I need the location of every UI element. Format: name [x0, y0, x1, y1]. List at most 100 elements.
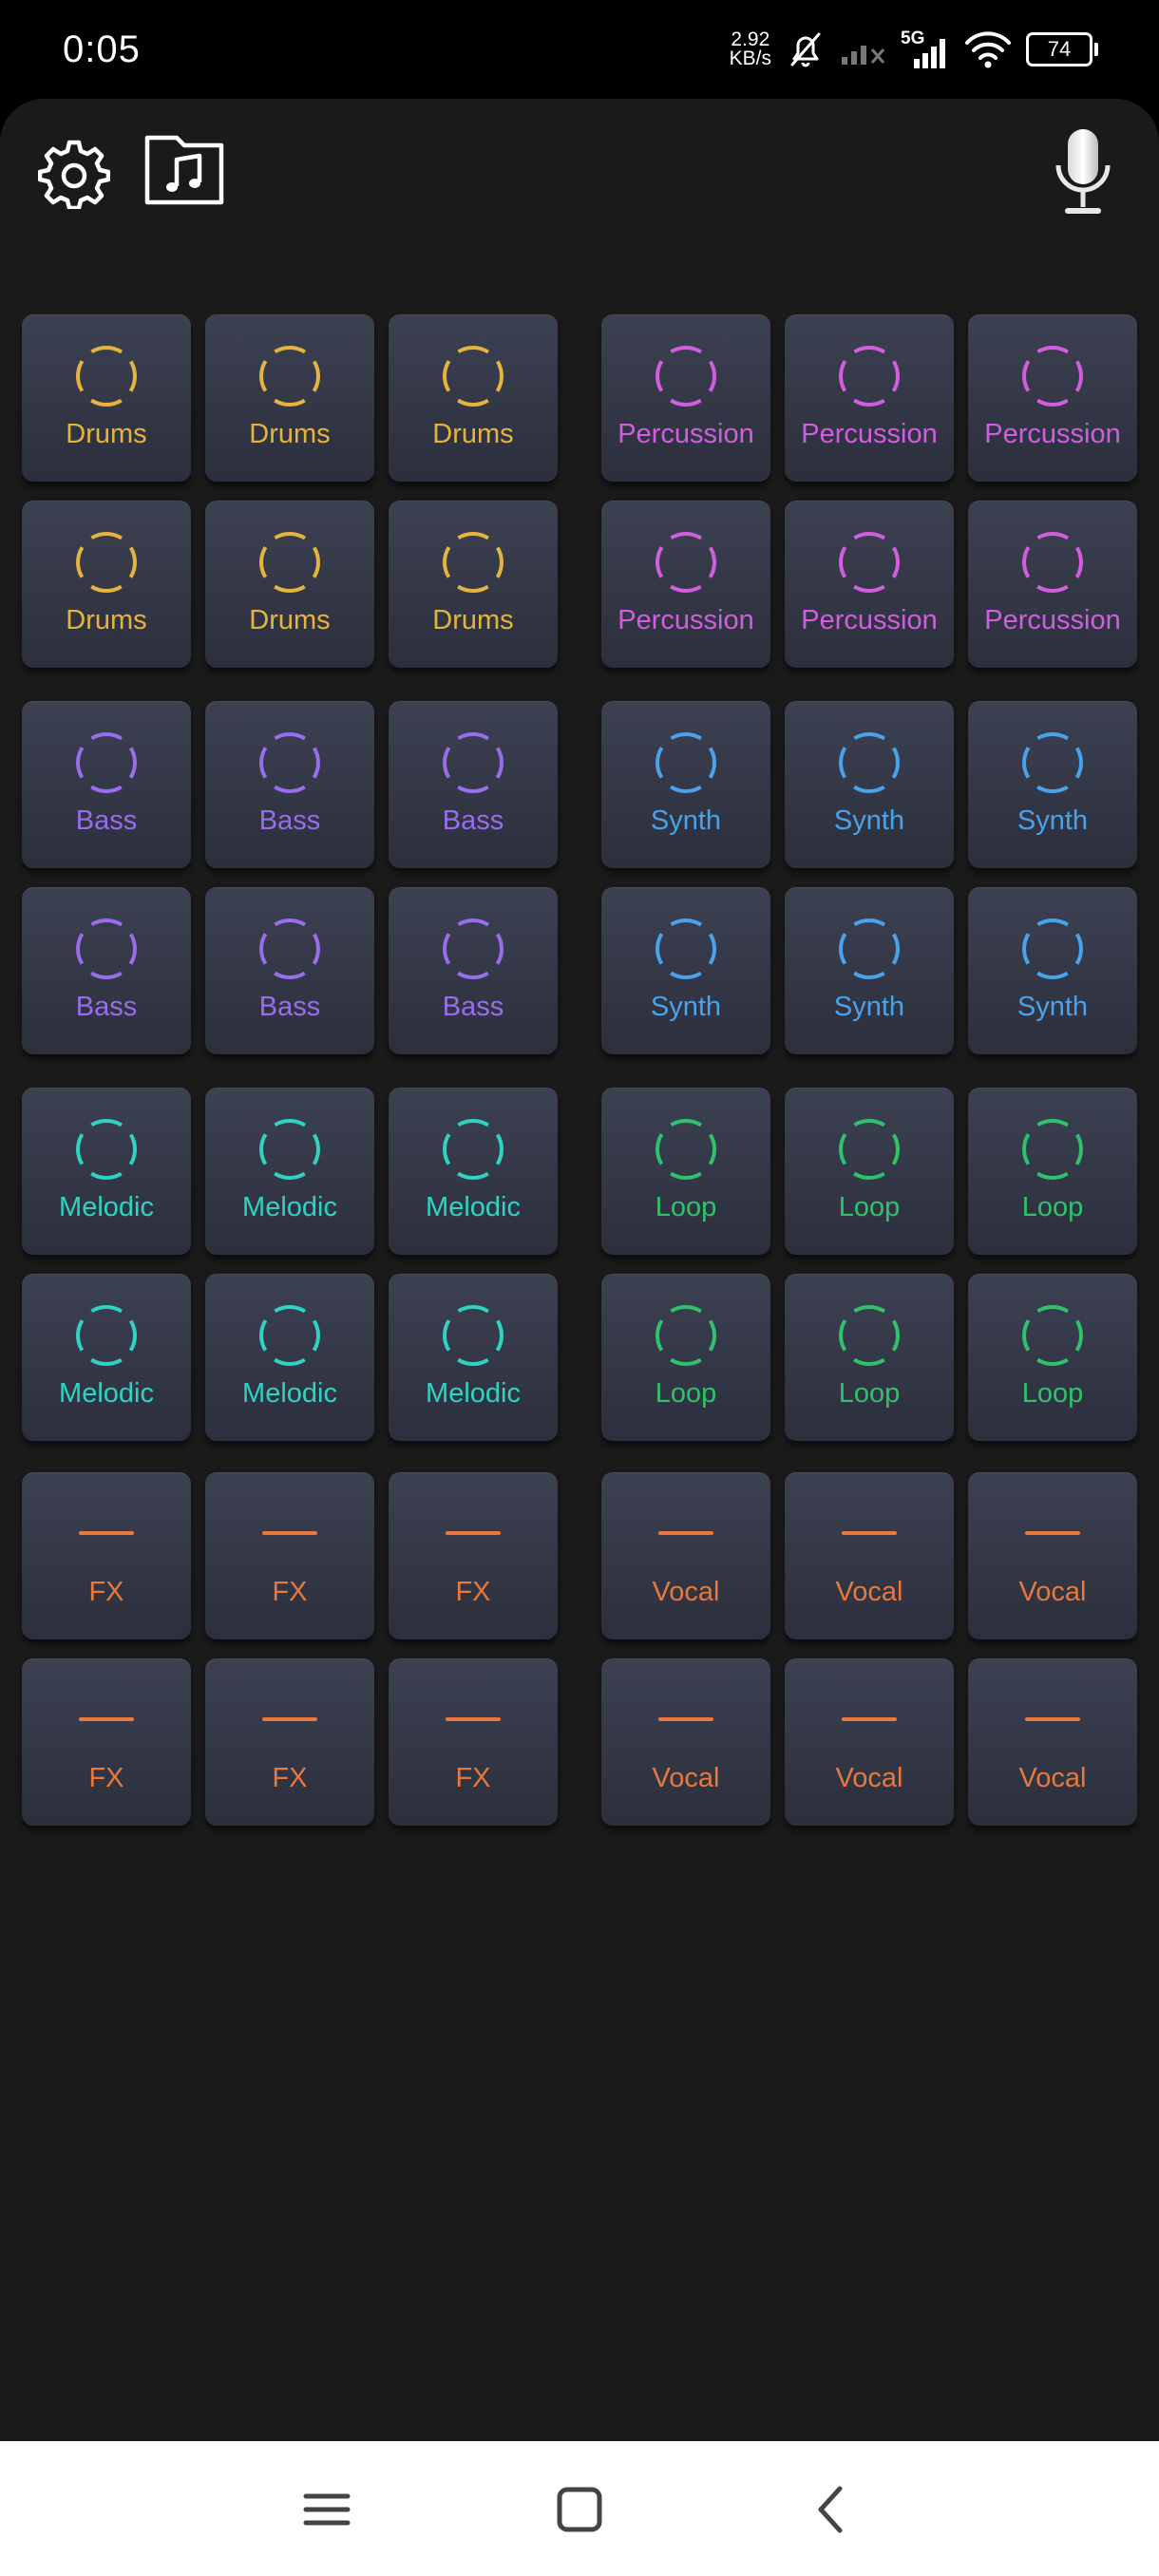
home-square-icon[interactable] — [553, 2483, 606, 2536]
pad-bass[interactable]: Bass — [389, 887, 558, 1054]
pad-fx[interactable]: FX — [205, 1472, 374, 1639]
pad-label: Bass — [258, 805, 321, 836]
network-speed-value: 2.92 — [731, 28, 770, 50]
pad-label: Loop — [838, 1192, 901, 1222]
pad-label: Bass — [75, 805, 138, 836]
pad-label: FX — [272, 1577, 308, 1607]
pad-percussion[interactable]: Percussion — [601, 314, 770, 482]
pad-percussion[interactable]: Percussion — [968, 314, 1137, 482]
pad-loop[interactable]: Loop — [601, 1274, 770, 1441]
status-icons: 2.92 KB/s 5G 74 — [729, 21, 1098, 78]
pad-drums[interactable]: Drums — [22, 314, 191, 482]
menu-icon[interactable] — [300, 2483, 353, 2536]
pad-fx[interactable]: FX — [205, 1658, 374, 1826]
pad-fx[interactable]: FX — [389, 1658, 558, 1826]
dashed-ring-icon — [259, 1305, 320, 1366]
pad-vocal[interactable]: Vocal — [968, 1472, 1137, 1639]
pad-bass[interactable]: Bass — [389, 701, 558, 868]
dashed-ring-icon — [1022, 919, 1083, 979]
pad-label: Percussion — [618, 419, 754, 449]
app-container: Drums Drums Drums Percussion Percussion Percu… — [0, 99, 1159, 2441]
pad-drums[interactable]: Drums — [389, 314, 558, 482]
dashed-ring-icon — [1022, 1119, 1083, 1180]
pad-synth[interactable]: Synth — [785, 887, 954, 1054]
pad-percussion[interactable]: Percussion — [601, 501, 770, 668]
pad-melodic[interactable]: Melodic — [22, 1088, 191, 1255]
pad-label: Synth — [650, 805, 722, 836]
pad-synth[interactable]: Synth — [968, 701, 1137, 868]
pad-label: Synth — [1016, 805, 1089, 836]
pad-vocal[interactable]: Vocal — [601, 1658, 770, 1826]
signal-5g: 5G — [901, 28, 950, 70]
pad-bass[interactable]: Bass — [205, 887, 374, 1054]
pad-grid: Drums Drums Drums Percussion Percussion Percu… — [0, 99, 1159, 2441]
dashed-ring-icon — [259, 346, 320, 407]
pad-synth[interactable]: Synth — [968, 887, 1137, 1054]
pad-loop[interactable]: Loop — [601, 1088, 770, 1255]
mute-bell-icon — [790, 32, 821, 67]
pad-label: Percussion — [801, 605, 938, 635]
pad-label: Loop — [655, 1378, 717, 1409]
pad-bass[interactable]: Bass — [22, 887, 191, 1054]
pad-label: Drums — [66, 419, 147, 449]
pad-percussion[interactable]: Percussion — [785, 501, 954, 668]
pad-label: Vocal — [652, 1763, 720, 1793]
pad-synth[interactable]: Synth — [601, 887, 770, 1054]
pad-loop[interactable]: Loop — [785, 1088, 954, 1255]
pad-label: FX — [88, 1577, 124, 1607]
network-speed-unit: KB/s — [729, 47, 771, 69]
dash-line-icon — [446, 1531, 501, 1535]
pad-fx[interactable]: FX — [22, 1472, 191, 1639]
dashed-ring-icon — [443, 732, 504, 793]
pad-loop[interactable]: Loop — [968, 1088, 1137, 1255]
pad-loop[interactable]: Loop — [968, 1274, 1137, 1441]
pad-loop[interactable]: Loop — [785, 1274, 954, 1441]
dash-line-icon — [446, 1717, 501, 1721]
pad-label: Melodic — [426, 1192, 521, 1222]
dash-line-icon — [262, 1531, 317, 1535]
pad-label: Loop — [655, 1192, 717, 1222]
dashed-ring-icon — [839, 919, 900, 979]
pad-bass[interactable]: Bass — [205, 701, 374, 868]
pad-label: Vocal — [652, 1577, 720, 1607]
pad-vocal[interactable]: Vocal — [785, 1472, 954, 1639]
pad-drums[interactable]: Drums — [389, 501, 558, 668]
pad-synth[interactable]: Synth — [601, 701, 770, 868]
dashed-ring-icon — [76, 732, 137, 793]
dashed-ring-icon — [656, 732, 716, 793]
dashed-ring-icon — [443, 346, 504, 407]
pad-drums[interactable]: Drums — [22, 501, 191, 668]
dashed-ring-icon — [1022, 1305, 1083, 1366]
pad-vocal[interactable]: Vocal — [968, 1658, 1137, 1826]
pad-label: FX — [455, 1577, 491, 1607]
pad-label: Drums — [66, 605, 147, 635]
dashed-ring-icon — [656, 919, 716, 979]
pad-fx[interactable]: FX — [389, 1472, 558, 1639]
dashed-ring-icon — [656, 1305, 716, 1366]
navigation-bar — [0, 2441, 1159, 2576]
pad-drums[interactable]: Drums — [205, 501, 374, 668]
dashed-ring-icon — [443, 1119, 504, 1180]
dash-line-icon — [658, 1531, 713, 1535]
pad-melodic[interactable]: Melodic — [389, 1088, 558, 1255]
pad-percussion[interactable]: Percussion — [785, 314, 954, 482]
pad-vocal[interactable]: Vocal — [785, 1658, 954, 1826]
back-chevron-icon[interactable] — [806, 2483, 859, 2536]
pad-bass[interactable]: Bass — [22, 701, 191, 868]
pad-melodic[interactable]: Melodic — [22, 1274, 191, 1441]
dashed-ring-icon — [1022, 532, 1083, 593]
dashed-ring-icon — [656, 346, 716, 407]
pad-melodic[interactable]: Melodic — [205, 1274, 374, 1441]
pad-synth[interactable]: Synth — [785, 701, 954, 868]
pad-percussion[interactable]: Percussion — [968, 501, 1137, 668]
pad-label: Drums — [249, 419, 331, 449]
pad-melodic[interactable]: Melodic — [389, 1274, 558, 1441]
pad-label: Loop — [1021, 1378, 1084, 1409]
pad-label: Bass — [258, 992, 321, 1022]
pad-label: FX — [272, 1763, 308, 1793]
pad-drums[interactable]: Drums — [205, 314, 374, 482]
pad-fx[interactable]: FX — [22, 1658, 191, 1826]
pad-vocal[interactable]: Vocal — [601, 1472, 770, 1639]
pad-label: Percussion — [984, 419, 1121, 449]
pad-melodic[interactable]: Melodic — [205, 1088, 374, 1255]
